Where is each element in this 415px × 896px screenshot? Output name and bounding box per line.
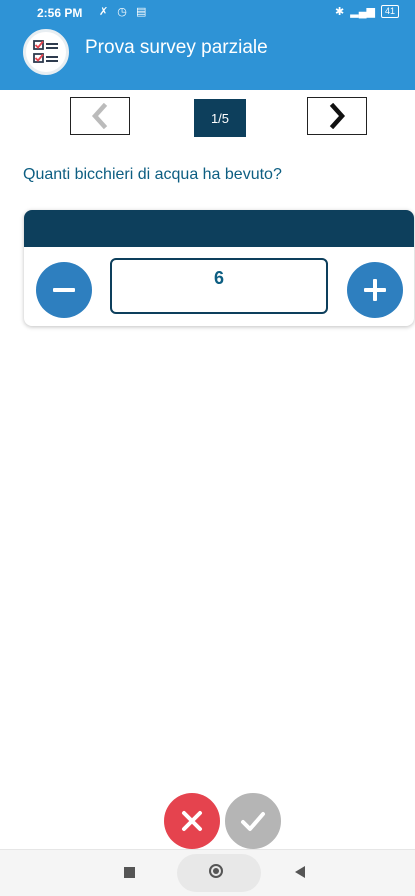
app-bar: Prova survey parziale xyxy=(0,24,415,90)
status-bar: 2:56 PM ✗ ◷ ▤ ✱ ▂▄▆ 41 xyxy=(0,0,415,24)
status-right: ✱ ▂▄▆ 41 xyxy=(335,5,399,18)
notification-icon: ▤ xyxy=(135,6,150,18)
signal-icon: ▂▄▆ xyxy=(350,6,375,18)
battery-indicator: 41 xyxy=(380,5,399,18)
confirm-button[interactable] xyxy=(222,790,284,852)
bluetooth-icon: ✱ xyxy=(335,6,345,18)
next-button[interactable] xyxy=(307,97,367,135)
home-icon[interactable] xyxy=(209,864,223,878)
previous-button[interactable] xyxy=(70,97,130,135)
checkmark-icon xyxy=(241,812,265,831)
quantity-stepper[interactable]: 6 xyxy=(110,258,328,314)
alarm-icon: ◷ xyxy=(117,6,130,18)
survey-checklist-icon xyxy=(23,29,69,75)
recent-apps-icon[interactable] xyxy=(124,867,135,878)
chevron-left-icon xyxy=(91,103,108,129)
vibrate-off-icon: ✗ xyxy=(99,6,112,18)
status-icons: ✗ ◷ ▤ xyxy=(99,5,149,18)
decrement-button[interactable] xyxy=(36,262,92,318)
close-icon xyxy=(182,811,202,831)
plus-icon xyxy=(364,279,386,301)
back-icon[interactable] xyxy=(295,866,305,878)
card-header xyxy=(24,210,414,247)
cancel-button[interactable] xyxy=(164,793,220,849)
page-indicator: 1/5 xyxy=(194,99,246,137)
increment-button[interactable] xyxy=(347,262,403,318)
minus-icon xyxy=(53,288,75,292)
system-navigation-bar xyxy=(0,849,415,896)
question-text: Quanti bicchieri di acqua ha bevuto? xyxy=(23,166,282,183)
status-time: 2:56 PM xyxy=(37,6,83,20)
app-title: Prova survey parziale xyxy=(85,37,268,58)
chevron-right-icon xyxy=(329,103,346,129)
